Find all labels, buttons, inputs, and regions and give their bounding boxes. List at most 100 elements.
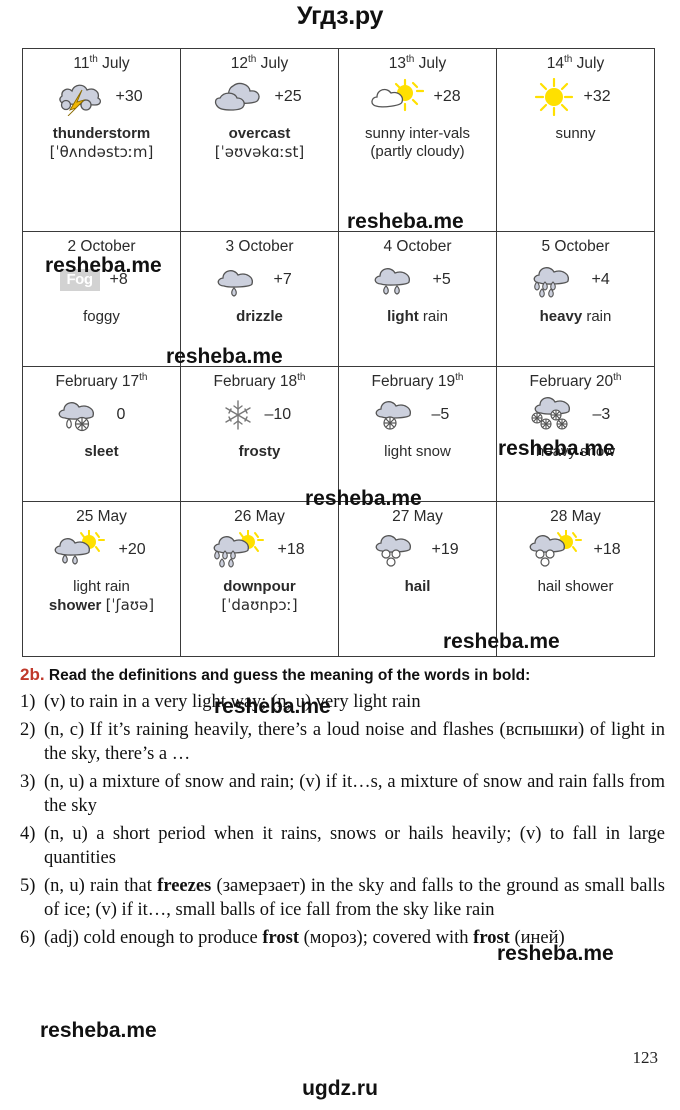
weather-cell-4-october: 4 October +5 light rain (338, 231, 497, 367)
weather-cell-14-july: 14th July +32 sunny (496, 48, 655, 232)
fog-badge-icon: Fog (59, 268, 100, 291)
sleet-icon (53, 396, 107, 434)
weather-temperature: +25 (274, 87, 302, 105)
snowflake-icon (221, 398, 255, 432)
weather-date: 11th July (73, 53, 130, 72)
weather-date: 4 October (383, 238, 452, 255)
weather-label: heavy snow (535, 442, 616, 460)
weather-label: overcast (228, 124, 291, 142)
list-item-marker: 4) (20, 823, 36, 844)
hail-shower-icon (524, 528, 584, 570)
weather-label: foggy (83, 307, 120, 325)
weather-cell-28-may: 28 May +18 hail shower (496, 501, 655, 657)
weather-date: 26 May (234, 508, 285, 525)
weather-ipa: [ˈθʌndəstɔːm] (49, 142, 154, 161)
page-number: 123 (632, 1048, 659, 1067)
table-row: 25 May +20 light rain shower [ˈʃaʊə] 26 … (22, 501, 655, 657)
weather-temperature: +28 (433, 87, 461, 105)
weather-cell-26-may: 26 May +18 downpour [ˈdaʊnpɔː] (180, 501, 339, 657)
weather-cell-27-may: 27 May +19 hail (338, 501, 497, 657)
weather-cell-11-july: 11th July +30 thunderstorm [ˈθʌndəstɔːm] (22, 48, 181, 232)
weather-date: 27 May (392, 508, 443, 525)
weather-cell-february-17: February 17th 0 sleet (22, 366, 181, 502)
weather-cell-13-july: 13th July +28 sunny inter-vals (partly c… (338, 48, 497, 232)
weather-temperature: –10 (264, 405, 292, 423)
weather-date: February 19th (371, 371, 464, 390)
date-ordinal-suffix: th (139, 371, 148, 383)
weather-label-bold-part: light (387, 307, 419, 325)
list-item-marker: 5) (20, 875, 36, 896)
weather-temperature: +8 (109, 270, 128, 288)
light-rain-icon (369, 261, 423, 299)
weather-label: sunny (555, 124, 596, 142)
list-item-marker: 2) (20, 719, 36, 740)
exercise-instruction: Read the definitions and guess the meani… (48, 667, 531, 684)
hail-icon (370, 530, 422, 570)
list-item-text: (v) to rain in a very light way; (n, u) … (44, 691, 421, 712)
weather-label: hail shower (537, 577, 614, 595)
weather-vocabulary-table: 11th July +30 thunderstorm [ˈθʌndəstɔːm] (22, 48, 655, 657)
table-row: February 17th 0 sleet February 18th –10 … (22, 366, 655, 502)
list-item-text: (n, u) a short period when it rains, sno… (44, 823, 665, 868)
thunderstorm-icon (54, 78, 106, 117)
weather-temperature: +18 (277, 540, 305, 558)
page-site-title: Угдз.ру (296, 2, 384, 30)
weather-label: downpour (223, 577, 296, 595)
weather-label: frosty (238, 442, 281, 460)
footer-site-title: ugdz.ru (302, 1077, 378, 1100)
weather-ipa: [ˈəʊvəkɑːst] (214, 142, 305, 161)
definitions-list: 1) (v) to rain in a very light way; (n, … (20, 690, 665, 950)
downpour-icon (208, 528, 268, 570)
exercise-2b: 2b. Read the definitions and guess the m… (20, 665, 665, 950)
list-item-text: (adj) cold enough to produce frost (моро… (44, 928, 565, 949)
weather-temperature: +19 (431, 540, 459, 558)
weather-label: light snow (384, 442, 451, 460)
heavy-rain-icon (526, 261, 582, 299)
weather-temperature: 0 (116, 405, 126, 423)
weather-date: 28 May (550, 508, 601, 525)
weather-temperature: +32 (583, 87, 611, 105)
weather-temperature: +7 (273, 270, 292, 288)
weather-cell-25-may: 25 May +20 light rain shower [ˈʃaʊə] (22, 501, 181, 657)
list-item: 6) (adj) cold enough to produce frost (м… (20, 926, 665, 950)
weather-label: hail (404, 577, 431, 595)
weather-date: February 17th (55, 371, 148, 390)
weather-temperature: +30 (115, 87, 143, 105)
weather-label: heavy rain (501, 308, 650, 326)
light-snow-icon (370, 396, 422, 434)
list-item-text: (n, u) rain that freezes (замерзает) in … (44, 875, 665, 920)
table-row: 2 October Fog +8 foggy 3 October +7 driz… (22, 231, 655, 367)
weather-temperature: +18 (593, 540, 621, 558)
weather-label: sunny inter-vals (partly cloudy) (364, 124, 471, 160)
date-ordinal-suffix: th (297, 371, 306, 383)
weather-date: 25 May (76, 508, 127, 525)
weather-date: 5 October (541, 238, 610, 255)
weather-temperature: –3 (592, 405, 611, 423)
weather-temperature: –5 (431, 405, 450, 423)
weather-date: 13th July (388, 53, 447, 72)
list-item: 2) (n, c) If it’s raining heavily, there… (20, 718, 665, 766)
exercise-number: 2b. (20, 665, 45, 684)
list-item: 4) (n, u) a short period when it rains, … (20, 822, 665, 870)
weather-temperature: +5 (432, 270, 451, 288)
heavy-snow-icon (525, 395, 583, 435)
weather-label-bold-part: shower (48, 596, 102, 614)
weather-cell-february-19: February 19th –5 light snow (338, 366, 497, 502)
weather-label: light rain shower [ˈʃaʊə] (27, 578, 176, 615)
list-item: 1) (v) to rain in a very light way; (n, … (20, 690, 665, 714)
weather-cell-february-20: February 20th –3 heavy snow (496, 366, 655, 502)
weather-label: drizzle (236, 307, 283, 325)
list-item-marker: 6) (20, 928, 36, 949)
table-row: 11th July +30 thunderstorm [ˈθʌndəstɔːm] (22, 48, 655, 232)
exercise-heading: 2b. Read the definitions and guess the m… (20, 665, 665, 686)
weather-label: light rain (343, 308, 492, 326)
weather-label: thunderstorm (52, 124, 151, 142)
weather-label: sleet (84, 442, 119, 460)
date-ordinal-suffix: th (455, 371, 464, 383)
list-item-text: (n, u) a mixture of snow and rain; (v) i… (44, 771, 665, 816)
weather-label-plain-part: light rain (73, 577, 130, 595)
weather-cell-3-october: 3 October +7 drizzle (180, 231, 339, 367)
date-ordinal-suffix: th (89, 53, 98, 65)
date-ordinal-suffix: th (613, 371, 622, 383)
sun-behind-cloud-icon (368, 78, 424, 116)
